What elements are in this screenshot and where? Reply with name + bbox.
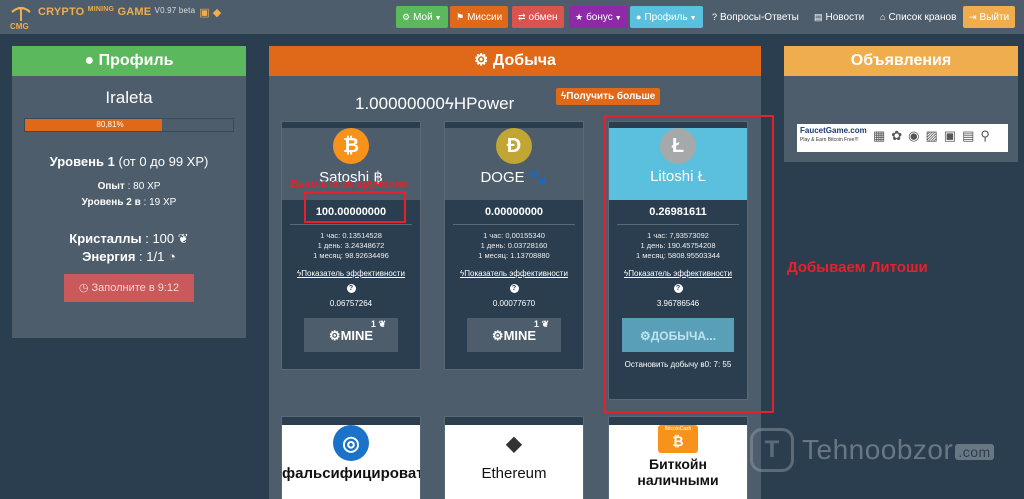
highlight-litoshi-card (604, 115, 774, 413)
coin-name: фальсифицироват (282, 465, 420, 482)
efficiency-link[interactable]: ϟПоказатель эффективности (282, 269, 420, 278)
social-links: ▣ ◆ (199, 6, 221, 19)
user-icon: ● (636, 12, 642, 22)
mine-satoshi-button[interactable]: ⚙MINE 1 ❦ (304, 318, 398, 352)
coin-name: DOGE 🐾 (480, 169, 548, 186)
nav-profile-button[interactable]: ● Профиль ▼ (630, 6, 703, 28)
ethereum-icon: ◆ (506, 432, 522, 455)
mining-header: ⚙ Добыча (269, 46, 761, 76)
dogecoin-icon: Ð (496, 128, 532, 164)
facebook-icon[interactable]: ▣ (199, 7, 209, 19)
litoshi-annotation: Добываем Литоши (787, 259, 928, 276)
nav-news-button[interactable]: ▤ Новости (808, 6, 871, 28)
nav-logout-button[interactable]: ⇥ Выйти (963, 6, 1016, 28)
nav-my-button[interactable]: ⚙ Мой ▼ (396, 6, 448, 28)
xp-progress-bar: 80,81% (24, 118, 234, 132)
lightning-icon: ϟ (444, 94, 454, 113)
question-icon: ? (712, 12, 718, 22)
gear-icon: ⚙ (491, 328, 504, 343)
energy-line: Энергия : 1/1 ◔ (82, 249, 176, 264)
coin-card-satoshi: ₿ Satoshi ฿ 100.00000000 1 час: 0.135145… (281, 121, 421, 370)
nav-faq-button[interactable]: ? Вопросы-Ответы (706, 6, 805, 28)
level-line: Уровень 1 (от 0 до 99 XP) (49, 154, 209, 169)
withdraw-annotation: Выплата за вручение (290, 178, 408, 190)
gear-icon: ⚙ (474, 52, 493, 69)
coin-card-bitcoin-cash: BitcoinCash ₿ Биткойн наличными (608, 416, 748, 499)
bitcoin-cash-icon: BitcoinCash ₿ (658, 425, 698, 453)
brand-name: CRYPTO MINING GAME V0.97 beta (38, 6, 196, 18)
refill-energy-button[interactable]: ◷ Заполните в 9:12 (64, 274, 194, 302)
tehnoobzor-watermark: T Tehnoobzor .com (750, 428, 994, 472)
flag-icon: ⚑ (456, 12, 465, 22)
tehnoobzor-logo-icon: T (750, 428, 794, 472)
gear-icon: ⚙ (328, 328, 341, 343)
bitcoin-icon: ₿ (333, 128, 369, 164)
hpower-display: 1.00000000ϟHPower (355, 94, 515, 113)
get-more-hpower-button[interactable]: ϟПолучить больше (556, 88, 661, 105)
next-level-line: Уровень 2 в : 19 XP (81, 197, 177, 208)
gear-icon: ⚙ (402, 12, 411, 22)
coin-balance: 0.00000000 (484, 206, 544, 218)
exchange-icon: ⇄ (518, 12, 526, 22)
nav-missions-button[interactable]: ⚑ Миссии (450, 6, 509, 28)
highlight-satoshi-balance (304, 191, 406, 223)
efficiency-link[interactable]: ϟПоказатель эффективности (445, 269, 583, 278)
coin-card-counterfeit: ◎ фальсифицироват (281, 416, 421, 499)
profile-header: ● Профиль (12, 46, 246, 76)
logout-icon: ⇥ (969, 12, 977, 22)
user-icon: ● (84, 52, 99, 69)
crystals-line: Кристаллы : 100 ❦ (69, 231, 189, 246)
star-icon: ★ (575, 12, 584, 22)
counterfeit-coin-icon: ◎ (333, 425, 369, 461)
top-navbar: CMG CRYPTO MINING GAME V0.97 beta ▣ ◆ ⚙ М… (0, 0, 1024, 34)
coin-name: Биткойн наличными (637, 456, 719, 488)
coin-card-header: Ð DOGE 🐾 (445, 128, 583, 200)
timer-icon: ◷ (78, 282, 92, 294)
energy-icon: ◔ (167, 249, 176, 264)
efficiency-value: 0.06757264 (329, 299, 373, 308)
coin-card-ethereum: ◆ Ethereum (444, 416, 584, 499)
faucetgame-banner[interactable]: FaucetGame.com Play & Earn Bitcoin Free!… (797, 124, 1008, 152)
efficiency-value: 0.00077670 (492, 299, 536, 308)
nav-exchange-button[interactable]: ⇄ обмен (512, 6, 564, 28)
nav-bonus-button[interactable]: ★ бонус ▼ (569, 6, 628, 28)
brand[interactable]: CMG CRYPTO MINING GAME V0.97 beta ▣ ◆ (10, 6, 221, 31)
newspaper-icon: ▤ (814, 12, 823, 22)
help-icon[interactable]: ? (346, 284, 356, 293)
coin-rates: 1 час: 0,00155340 1 день: 0.03728160 1 м… (478, 231, 550, 260)
crystal-icon: ❦ (541, 319, 549, 329)
coin-name: Ethereum (481, 465, 547, 482)
game-icons: ▦✿◉▨▣▤⚲ (873, 128, 996, 143)
ads-header: Объявления (784, 46, 1018, 76)
nav-faucets-button[interactable]: ⌂ Список кранов (874, 6, 963, 28)
coin-card-doge: Ð DOGE 🐾 0.00000000 1 час: 0,00155340 1 … (444, 121, 584, 370)
coin-rates: 1 час: 0.13514528 1 день: 3.24348672 1 м… (313, 231, 389, 260)
profile-username: Iraleta (105, 88, 153, 107)
brand-version: V0.97 beta (154, 6, 196, 15)
paw-icon: 🐾 (528, 169, 548, 186)
crystal-icon: ❦ (378, 319, 386, 329)
mine-doge-button[interactable]: ⚙MINE 1 ❦ (467, 318, 561, 352)
brand-logo-text: CMG (10, 22, 29, 31)
faucet-icon: ⌂ (880, 12, 886, 22)
chat-icon[interactable]: ◆ (213, 7, 221, 19)
xp-progress-text: 80,81% (96, 120, 124, 129)
profile-panel: ● Профиль Iraleta 80,81% Уровень 1 (от 0… (12, 46, 246, 338)
exp-line: Опыт : 80 XP (97, 181, 161, 192)
crystal-icon: ❦ (177, 231, 189, 246)
help-icon[interactable]: ? (509, 284, 519, 293)
pickaxe-logo-icon: CMG (10, 6, 32, 31)
